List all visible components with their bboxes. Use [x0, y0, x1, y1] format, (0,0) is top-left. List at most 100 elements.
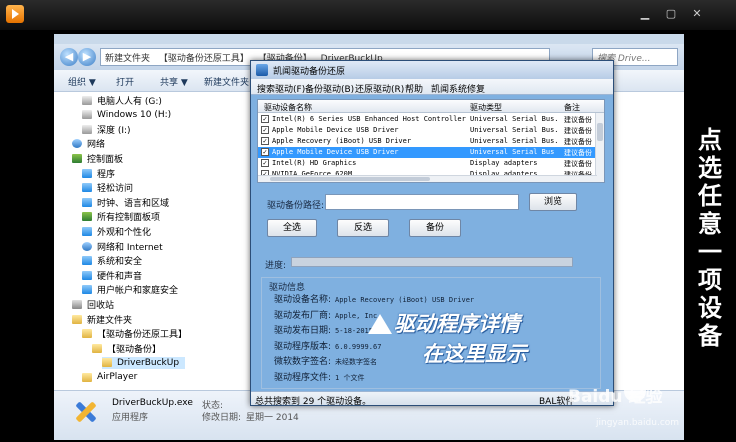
driver-row[interactable]: ✓ Apple Recovery (iBoot) USB Driver Univer…: [258, 136, 596, 147]
menu-help[interactable]: 帮助: [405, 82, 423, 95]
invert-selection-button[interactable]: 反选: [337, 219, 389, 237]
close-icon[interactable]: ✕: [688, 6, 706, 22]
tree-item[interactable]: 回收站: [72, 298, 120, 311]
watermark-url: jingyan.baidu.com: [596, 418, 680, 428]
tree-item[interactable]: 程序: [82, 167, 121, 180]
tree-item[interactable]: 时钟、语言和区域: [82, 196, 175, 209]
tree-item[interactable]: 网络和 Internet: [82, 240, 169, 253]
breadcrumb-1[interactable]: 【驱动备份还原工具】: [159, 54, 249, 64]
details-filename: DriverBuckUp.exe: [112, 398, 193, 408]
app-title: 凯闻驱动备份还原: [273, 67, 346, 77]
driver-info-value: Apple Recovery (iBoot) USB Driver: [335, 296, 475, 304]
menu-backup-driver[interactable]: 备份驱动(B): [305, 82, 354, 95]
folder-icon: [82, 372, 92, 382]
tree-item[interactable]: 电脑人人有 (G:): [82, 94, 168, 107]
driver-row[interactable]: ✓ Intel(R) HD Graphics Display adapters 建议备…: [258, 158, 596, 169]
backup-path-label: 驱动备份路径:: [267, 201, 325, 211]
tree-item[interactable]: DriverBuckUp: [102, 356, 186, 369]
tree-item-label: 系统和安全: [97, 257, 143, 268]
tree-item[interactable]: 网络: [72, 138, 111, 150]
network-icon: [82, 241, 92, 251]
col-note[interactable]: 备注: [564, 102, 580, 113]
vertical-caption-char: 备: [698, 321, 722, 350]
tree-item[interactable]: 【驱动备份】: [92, 342, 167, 355]
tree-item[interactable]: 深度 (I:): [82, 123, 137, 136]
col-device-name[interactable]: 驱动设备名称: [264, 102, 312, 113]
status-text: 总共搜索到 29 个驱动设备。: [255, 397, 372, 407]
breadcrumb-0[interactable]: 新建文件夹: [105, 54, 150, 64]
back-arrow-icon[interactable]: ◀: [60, 48, 78, 66]
progress-label: 进度:: [265, 261, 287, 271]
tree-item-label: 回收站: [87, 300, 115, 311]
vertical-caption-char: 一: [698, 237, 722, 266]
tree-item[interactable]: 硬件和声音: [82, 269, 148, 282]
open-button[interactable]: 打开: [116, 75, 134, 88]
driver-row[interactable]: ✓ Apple Mobile Device USB Driver Universal…: [258, 125, 596, 136]
drive-icon: [82, 110, 92, 120]
tree-item-label: 网络和 Internet: [97, 242, 163, 253]
app-menu-bar: 搜索驱动(F) 备份驱动(B) 还原驱动(R) 帮助 凯闻系统修复: [251, 79, 613, 95]
driver-row-type: Universal Serial Bus...: [470, 126, 560, 134]
menu-system-repair[interactable]: 凯闻系统修复: [431, 82, 485, 95]
backup-button[interactable]: 备份: [409, 219, 461, 237]
driver-row-note: 建议备份: [564, 127, 592, 135]
tree-item[interactable]: Windows 10 (H:): [82, 109, 177, 121]
driver-info-label: 驱动发布日期:: [274, 326, 332, 336]
tree-item-label: 程序: [97, 169, 116, 180]
menu-restore-driver[interactable]: 还原驱动(R): [355, 82, 404, 95]
driver-row[interactable]: ✓ Intel(R) 6 Series USB Enhanced Host Con…: [258, 114, 596, 125]
tree-item-label: 轻松访问: [97, 184, 134, 195]
driver-row-checkbox[interactable]: ✓: [261, 137, 269, 145]
folder-icon: [92, 343, 102, 353]
player-logo-icon: [6, 5, 24, 23]
folder-icon: [102, 358, 112, 368]
tree-item-label: 外观和个性化: [97, 227, 152, 238]
vertical-caption-char: 意: [698, 209, 722, 238]
horizontal-scrollbar[interactable]: [258, 175, 597, 182]
driver-list[interactable]: 驱动设备名称 驱动类型 备注 ✓ Intel(R) 6 Series USB En…: [257, 99, 605, 183]
restore-icon[interactable]: ▢: [662, 6, 680, 22]
tree-item[interactable]: 用户帐户和家庭安全: [82, 284, 184, 296]
driver-info-row: 微软数字签名: 未经数字签名: [274, 354, 377, 367]
driver-row-checkbox[interactable]: ✓: [261, 148, 269, 156]
tree-item[interactable]: 外观和个性化: [82, 225, 157, 238]
browse-button[interactable]: 浏览: [529, 193, 577, 211]
select-all-button[interactable]: 全选: [267, 219, 317, 237]
menu-search-driver[interactable]: 搜索驱动(F): [257, 82, 305, 95]
tree-item-label: 时钟、语言和区域: [97, 198, 170, 209]
security-icon: [82, 256, 92, 266]
drive-icon: [82, 95, 92, 105]
tree-item[interactable]: 控制面板: [72, 152, 129, 165]
vertical-scrollbar[interactable]: [595, 113, 604, 182]
annotation-line-2: 在这里显示: [422, 341, 527, 366]
driver-row-note: 建议备份: [564, 138, 592, 146]
driver-row-name: Apple Mobile Device USB Driver: [272, 126, 399, 134]
tree-item-label: 硬件和声音: [97, 271, 143, 282]
col-driver-type[interactable]: 驱动类型: [470, 102, 502, 113]
minimize-icon[interactable]: ▁: [636, 6, 654, 22]
vertical-caption-char: 选: [698, 153, 722, 182]
hardware-icon: [82, 270, 92, 280]
driver-row[interactable]: ✓ Apple Mobile Device USB Driver Universal…: [258, 147, 596, 158]
driver-row-checkbox[interactable]: ✓: [261, 159, 269, 167]
driver-row-note: 建议备份: [564, 116, 592, 124]
tree-item[interactable]: 所有控制面板项: [82, 211, 166, 223]
tree-item[interactable]: AirPlayer: [82, 371, 143, 383]
tree-item[interactable]: 轻松访问: [82, 182, 139, 194]
driver-row-checkbox[interactable]: ✓: [261, 115, 269, 123]
annotation-arrow-icon: [368, 314, 392, 334]
tree-item[interactable]: 系统和安全: [82, 255, 148, 267]
tree-item[interactable]: 【驱动备份还原工具】: [82, 328, 193, 340]
organize-button[interactable]: 组织 ▼: [68, 75, 96, 88]
tree-item[interactable]: 新建文件夹: [72, 313, 138, 326]
backup-path-input[interactable]: [325, 194, 519, 210]
forward-arrow-icon[interactable]: ▶: [78, 48, 96, 66]
share-button[interactable]: 共享 ▼: [160, 75, 188, 88]
driver-row-checkbox[interactable]: ✓: [261, 126, 269, 134]
new-folder-button[interactable]: 新建文件夹: [204, 75, 249, 88]
driver-info-value: 6.0.9999.67: [335, 342, 382, 351]
control-panel-icon: [82, 212, 92, 222]
vertical-caption-char: 项: [698, 265, 722, 294]
control-panel-icon: [72, 153, 82, 163]
details-filetype: 应用程序: [112, 413, 149, 423]
